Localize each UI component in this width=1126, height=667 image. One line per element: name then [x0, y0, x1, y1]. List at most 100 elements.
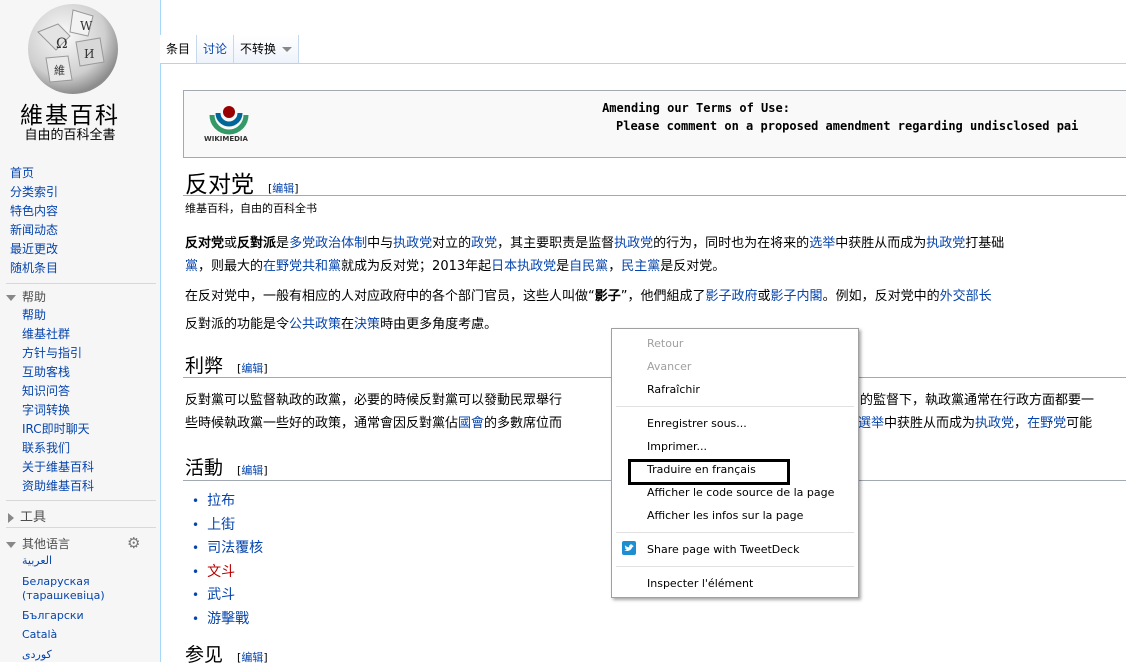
- content-left-border: [160, 0, 161, 662]
- nav-contact[interactable]: 联系我们: [22, 439, 94, 458]
- menu-item-tweetdeck[interactable]: Share page with TweetDeck: [647, 543, 799, 556]
- link-civil-struggle[interactable]: 文斗: [207, 564, 235, 580]
- gear-icon[interactable]: ⚙: [127, 534, 140, 552]
- edit-link[interactable]: [编辑]: [268, 182, 299, 195]
- banner-link[interactable]: Please comment on a proposed amendment r…: [616, 119, 1078, 133]
- link-japan-ruling[interactable]: 日本执政党: [491, 259, 556, 274]
- link-ruling-party[interactable]: 执政党: [975, 416, 1014, 431]
- chevron-down-icon: [282, 47, 293, 52]
- nav-recent-changes[interactable]: 最近更改: [10, 240, 58, 259]
- menu-item-translate[interactable]: Traduire en français: [647, 463, 756, 476]
- tools-portal-toggle[interactable]: 工具: [6, 506, 46, 525]
- link-opposition[interactable]: 在野党: [1027, 416, 1066, 431]
- page-title: 反对党 [编辑]: [185, 165, 299, 199]
- text: 的多數席位而: [484, 416, 563, 431]
- lang-catalan[interactable]: Català: [22, 628, 57, 642]
- edit-link[interactable]: [编辑]: [237, 362, 268, 375]
- text: 些時候執政黨一些好的政策，通常會因反對黨佔: [185, 416, 459, 431]
- text: 中获胜从而成为: [884, 416, 976, 431]
- sidebar-divider: [6, 527, 156, 528]
- nav-community[interactable]: 维基社群: [22, 325, 94, 344]
- list-item: 拉布: [192, 490, 263, 514]
- link-election[interactable]: 選举: [858, 416, 884, 431]
- edit-link-text[interactable]: 编辑: [272, 182, 294, 195]
- list-item: 文斗: [192, 561, 263, 585]
- menu-item-forward[interactable]: Avancer: [647, 360, 691, 373]
- link-ldp[interactable]: 自民黨: [569, 259, 608, 274]
- nav-main-page[interactable]: 首页: [10, 164, 58, 183]
- text: 中获胜从而成为: [835, 236, 927, 251]
- menu-item-save-as[interactable]: Enregistrer sous...: [647, 417, 747, 430]
- link-armed-struggle[interactable]: 武斗: [207, 587, 235, 603]
- lang-arabic[interactable]: العربية: [22, 554, 52, 568]
- link-republican-party[interactable]: 在野党共和黨: [263, 259, 341, 274]
- help-portal-toggle[interactable]: 帮助: [6, 288, 46, 305]
- link-public-policy[interactable]: 公共政策: [289, 317, 341, 332]
- edit-link-text[interactable]: 编辑: [241, 464, 263, 477]
- link-parliament[interactable]: 國會: [458, 416, 484, 431]
- link-multiparty[interactable]: 多党政治体制: [289, 236, 367, 251]
- edit-link[interactable]: [编辑]: [237, 464, 268, 477]
- wikimedia-logo-text: WIKIMEDIA: [204, 135, 248, 143]
- banner-title: Amending our Terms of Use:: [602, 101, 790, 115]
- tab-article[interactable]: 条目: [160, 35, 198, 63]
- tagline: 维基百科，自由的百科全书: [185, 202, 317, 215]
- wikipedia-globe-logo[interactable]: Ω W И 維: [18, 2, 128, 97]
- menu-item-inspect[interactable]: Inspecter l'élément: [647, 577, 753, 590]
- sidebar: Ω W И 維 維基百科 自由的百科全書 首页 分类索引 特色内容 新闻动态 最…: [0, 0, 160, 662]
- menu-separator: [616, 566, 854, 567]
- nav-village-pump[interactable]: 互助客栈: [22, 363, 94, 382]
- sidebar-divider: [6, 283, 156, 284]
- edit-link-text[interactable]: 编辑: [241, 651, 263, 664]
- lang-belarusian[interactable]: Беларуская (тарашкевіца): [22, 575, 132, 603]
- edit-link-text[interactable]: 编辑: [241, 362, 263, 375]
- text: ，: [608, 259, 622, 274]
- menu-item-page-info[interactable]: Afficher les infos sur la page: [647, 509, 803, 522]
- link-party[interactable]: 黨: [185, 259, 198, 274]
- link-guerrilla-war[interactable]: 游擊戰: [207, 611, 249, 627]
- menu-item-reload[interactable]: Rafraîchir: [647, 383, 700, 396]
- tab-talk[interactable]: 讨论: [197, 35, 235, 63]
- link-filibuster[interactable]: 拉布: [207, 493, 235, 509]
- logo-subtitle: 自由的百科全書: [24, 128, 116, 143]
- nav-categories[interactable]: 分类索引: [10, 183, 58, 202]
- list-item: 司法覆核: [192, 537, 263, 561]
- nav-variant-conversion[interactable]: 字词转换: [22, 401, 94, 420]
- text: 是: [556, 259, 570, 274]
- menu-item-back[interactable]: Retour: [647, 337, 683, 350]
- text: 時由更多角度考慮。: [380, 317, 498, 332]
- menu-item-print[interactable]: Imprimer...: [647, 440, 707, 453]
- languages-portal-toggle[interactable]: 其他语言: [6, 535, 70, 552]
- tab-variant-dropdown[interactable]: 不转换: [234, 35, 300, 63]
- nav-reference-desk[interactable]: 知识问答: [22, 382, 94, 401]
- link-shadow-government[interactable]: 影子政府: [706, 289, 758, 304]
- lang-kurdish[interactable]: کوردی: [22, 648, 52, 662]
- svg-text:W: W: [80, 19, 93, 33]
- link-ruling-party[interactable]: 执政党: [926, 236, 965, 251]
- link-ruling-party[interactable]: 执政党: [614, 236, 653, 251]
- nav-random[interactable]: 随机条目: [10, 259, 58, 278]
- link-dpj[interactable]: 民主黨: [621, 259, 660, 274]
- nav-irc[interactable]: IRC即时聊天: [22, 420, 94, 439]
- nav-featured[interactable]: 特色内容: [10, 202, 58, 221]
- link-political-party[interactable]: 政党: [471, 236, 497, 251]
- link-election[interactable]: 选举: [809, 236, 835, 251]
- link-shadow-cabinet[interactable]: 影子内閣: [771, 289, 823, 304]
- help-navigation: 帮助 维基社群 方针与指引 互助客栈 知识问答 字词转换 IRC即时聊天 联系我…: [22, 306, 94, 496]
- link-decision[interactable]: 決策: [354, 317, 380, 332]
- link-ruling-party[interactable]: 执政党: [393, 236, 432, 251]
- link-judicial-review[interactable]: 司法覆核: [207, 540, 263, 556]
- nav-news[interactable]: 新闻动态: [10, 221, 58, 240]
- link-street-protest[interactable]: 上街: [207, 517, 235, 533]
- nav-help[interactable]: 帮助: [22, 306, 94, 325]
- section-title: 利弊: [185, 355, 224, 377]
- link-foreign-minister[interactable]: 外交部长: [940, 289, 992, 304]
- edit-link[interactable]: [编辑]: [237, 651, 268, 664]
- nav-policies[interactable]: 方针与指引: [22, 344, 94, 363]
- text: 在: [341, 317, 355, 332]
- lang-bulgarian[interactable]: Български: [22, 609, 84, 623]
- menu-item-view-source[interactable]: Afficher le code source de la page: [647, 486, 834, 499]
- text: 在反对党中，一般有相应的人对应政府中的各个部门官员，这些人叫做“: [185, 289, 595, 304]
- nav-about[interactable]: 关于维基百科: [22, 458, 94, 477]
- nav-donate[interactable]: 资助维基百科: [22, 477, 94, 496]
